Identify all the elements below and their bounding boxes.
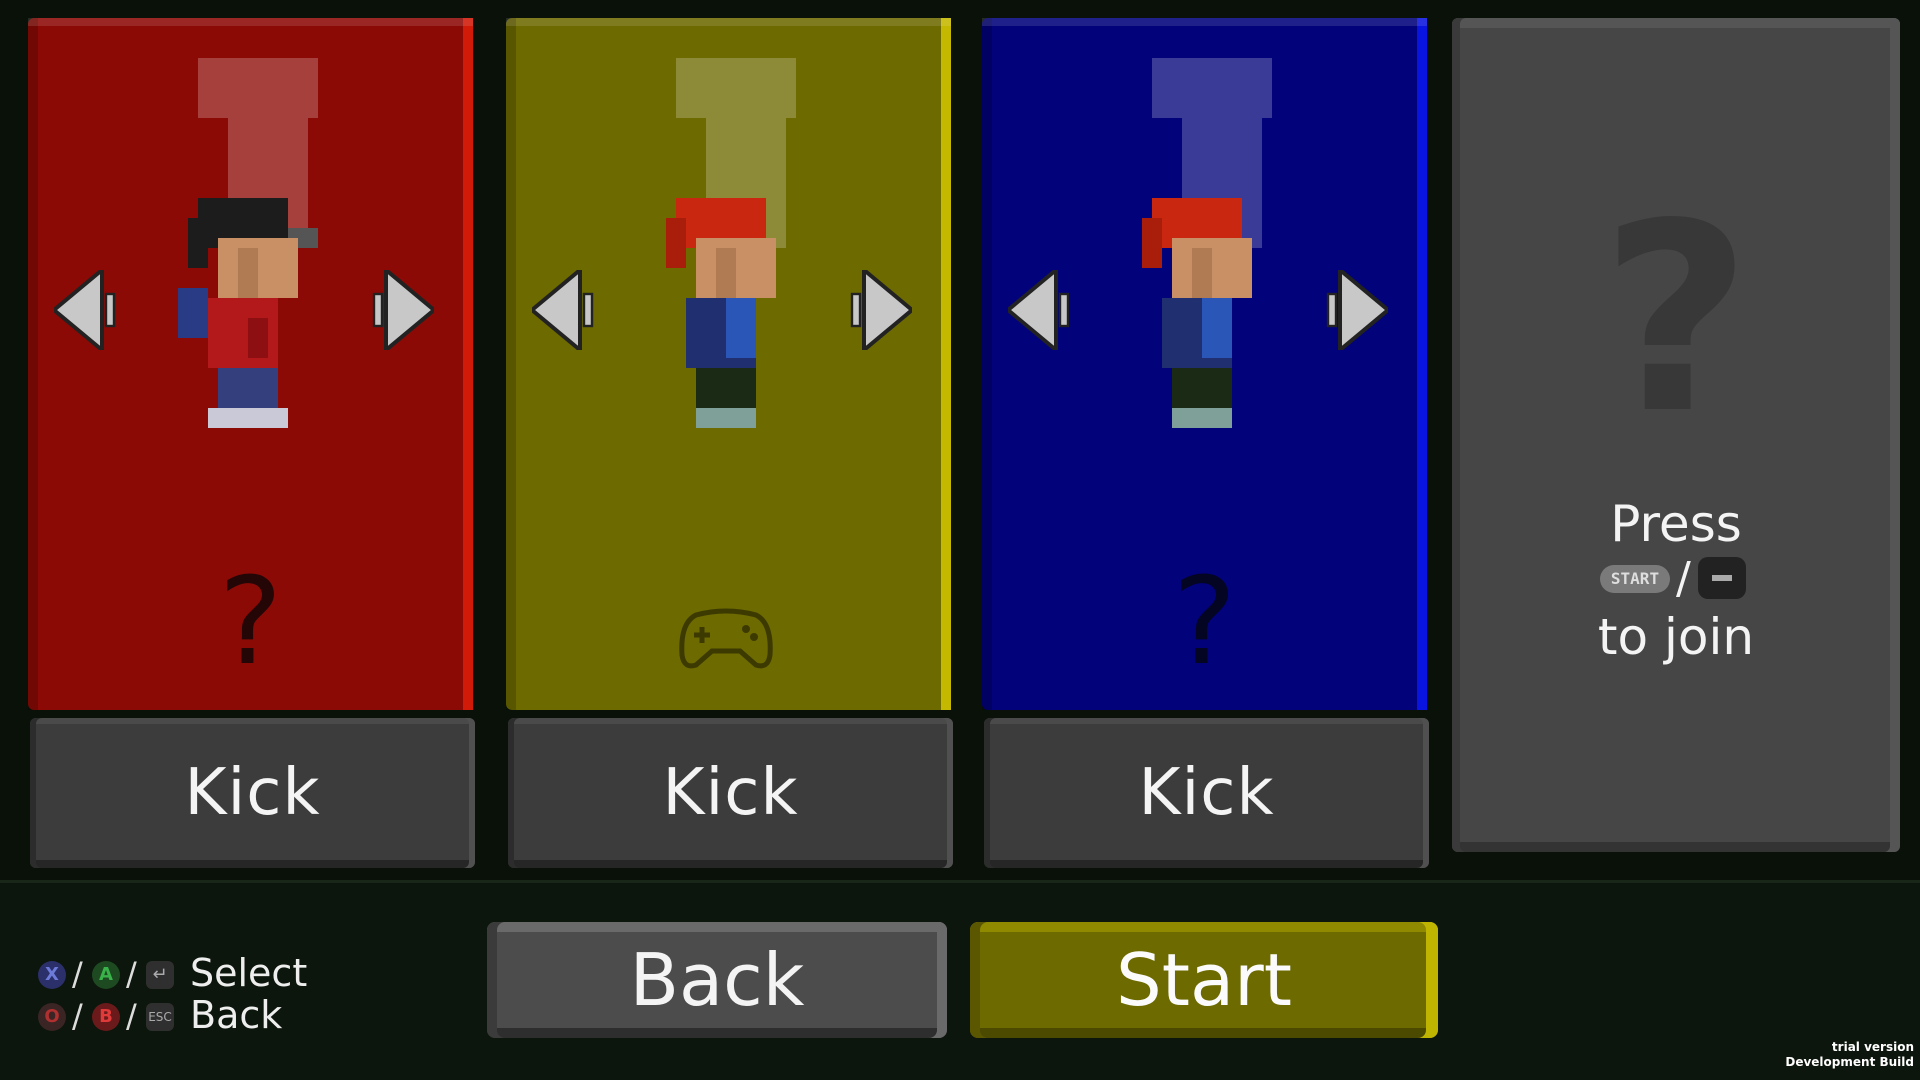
player-card-1[interactable]: ? Kick — [28, 18, 475, 868]
build-line-trial: trial version — [1831, 1040, 1914, 1054]
unknown-player-question-mark: ? — [1600, 169, 1752, 471]
player-card-3[interactable]: ? Kick — [982, 18, 1429, 868]
legend-select-row: X / A / ↵ Select — [38, 951, 338, 995]
previous-character-arrow[interactable] — [1008, 270, 1076, 350]
character-sprite — [666, 198, 776, 428]
next-character-arrow[interactable] — [366, 270, 434, 350]
join-key-hints: START / — [1600, 553, 1760, 604]
previous-character-arrow[interactable] — [532, 270, 600, 350]
divider — [0, 880, 1920, 883]
back-button[interactable]: Back — [487, 922, 947, 1038]
kick-button[interactable]: Kick — [30, 718, 475, 868]
previous-character-arrow[interactable] — [54, 270, 122, 350]
legend-select-label: Select — [190, 951, 308, 995]
b-button-icon: B — [92, 1003, 120, 1031]
join-label: to join — [1597, 608, 1755, 666]
legend-back-label: Back — [190, 993, 283, 1037]
circle-button-icon: O — [38, 1003, 66, 1031]
next-character-arrow[interactable] — [1320, 270, 1388, 350]
x-button-icon: X — [38, 961, 66, 989]
build-info: trial version Development Build — [1785, 1040, 1914, 1070]
kick-button[interactable]: Kick — [508, 718, 953, 868]
next-character-arrow[interactable] — [844, 270, 912, 350]
start-button[interactable]: Start — [970, 922, 1438, 1038]
controls-legend: X / A / ↵ Select O / B / ESC Back — [38, 951, 338, 1045]
character-sprite — [178, 198, 318, 428]
minus-key-icon — [1698, 557, 1746, 599]
question-mark-icon: ? — [1172, 553, 1237, 692]
press-label: Press — [1610, 495, 1742, 553]
esc-key-icon: ESC — [146, 1003, 174, 1031]
question-mark-icon: ? — [218, 553, 283, 692]
a-button-icon: A — [92, 961, 120, 989]
player-card-2[interactable]: Kick — [506, 18, 953, 868]
character-select-screen: ? Kick Kick ? Kick ? Press START / to jo… — [0, 0, 1920, 1080]
start-key-icon: START — [1600, 565, 1670, 593]
key-separator: / — [1676, 553, 1691, 604]
character-sprite — [1142, 198, 1252, 428]
card-border — [941, 18, 951, 710]
gamepad-icon — [679, 608, 773, 669]
legend-back-row: O / B / ESC Back — [38, 993, 338, 1037]
kick-button[interactable]: Kick — [984, 718, 1429, 868]
enter-key-icon: ↵ — [146, 961, 174, 989]
build-line-dev: Development Build — [1785, 1055, 1914, 1069]
